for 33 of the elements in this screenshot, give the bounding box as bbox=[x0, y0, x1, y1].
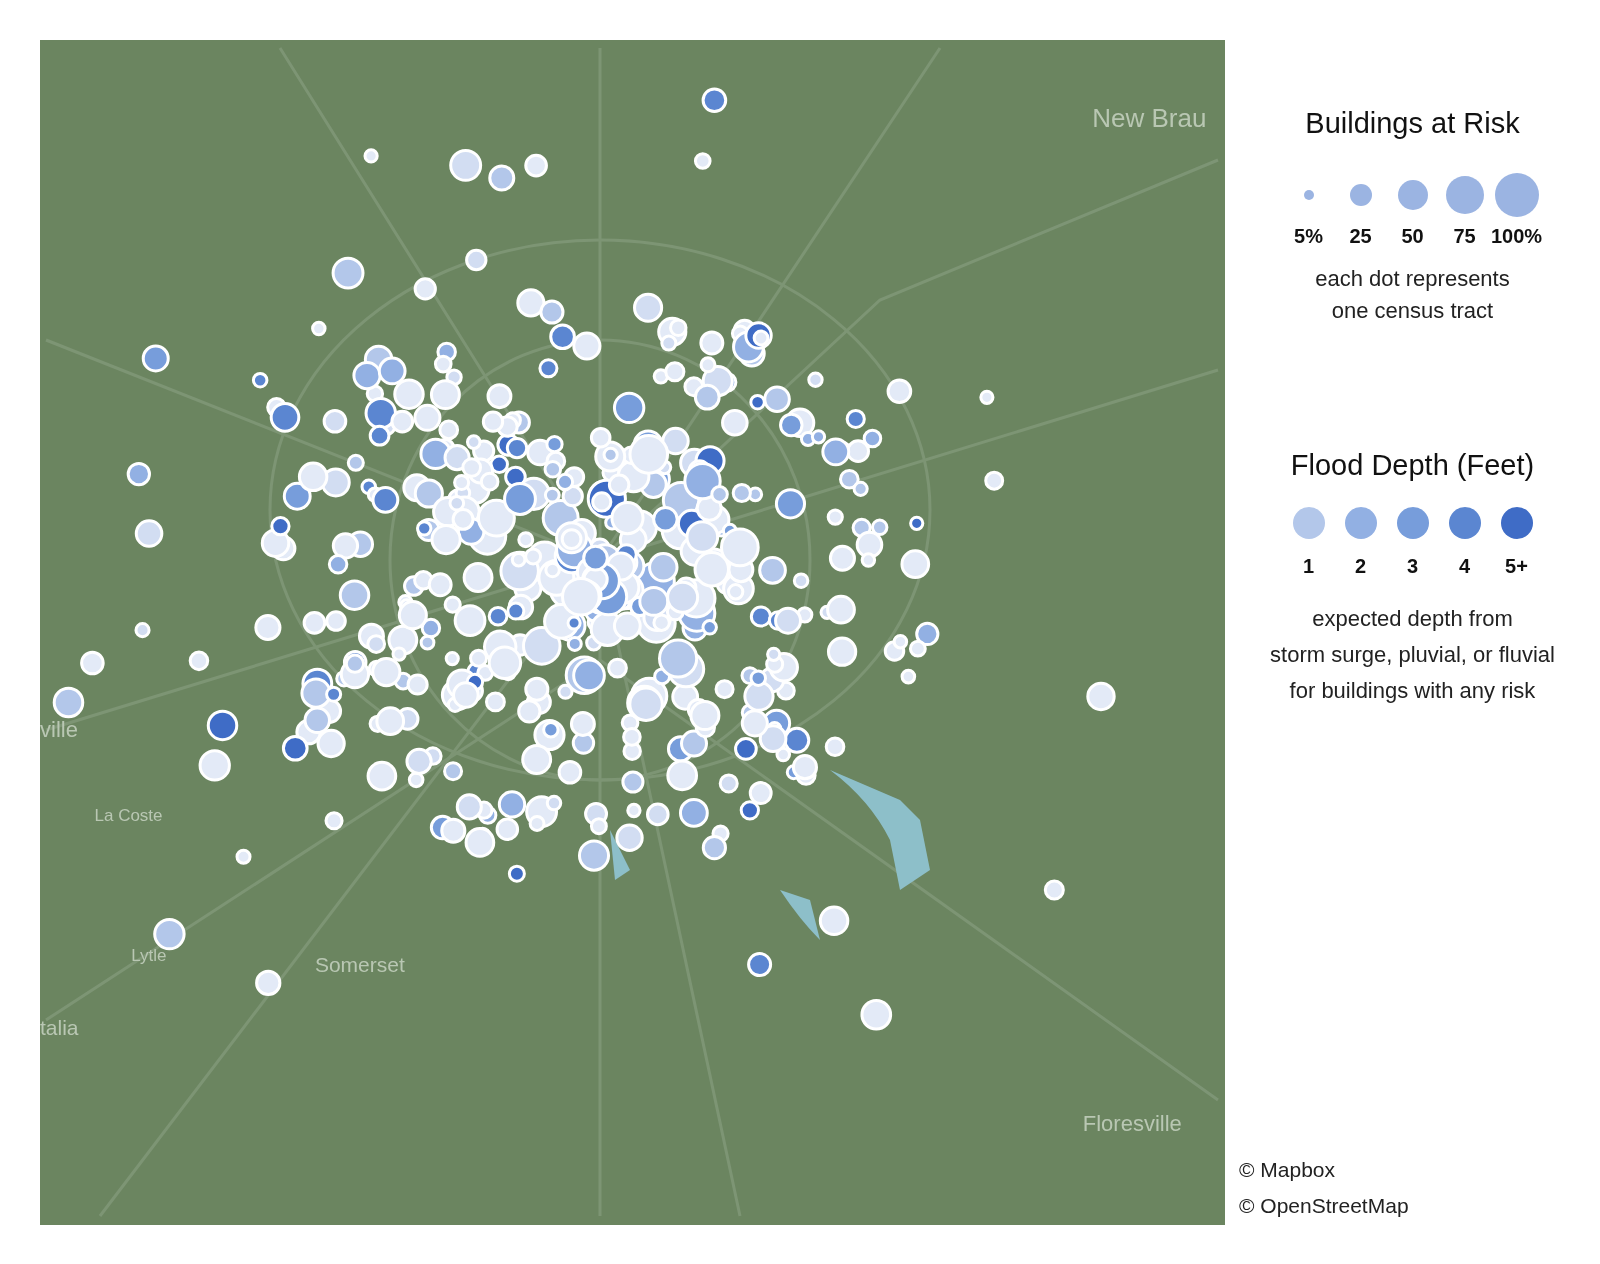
place-label: ville bbox=[40, 716, 78, 745]
legend-note: each dot represents bbox=[1315, 265, 1510, 293]
size-label: 100% bbox=[1490, 224, 1543, 249]
attribution-text: © OpenStreetMap bbox=[1239, 1193, 1409, 1219]
depth-label: 2 bbox=[1354, 554, 1367, 579]
size-swatch bbox=[1303, 190, 1314, 200]
depth-label: 3 bbox=[1406, 554, 1419, 579]
place-label: Lytle bbox=[131, 944, 167, 967]
depth-label: 4 bbox=[1458, 554, 1471, 579]
size-label: 75 bbox=[1453, 224, 1476, 249]
size-label: 25 bbox=[1349, 224, 1372, 249]
place-label: New Brau bbox=[1092, 102, 1207, 136]
size-swatch bbox=[1349, 184, 1372, 206]
size-label: 50 bbox=[1401, 224, 1424, 249]
size-swatch bbox=[1445, 176, 1484, 214]
legend-note: expected depth from bbox=[1312, 605, 1513, 633]
legend-note: one census tract bbox=[1331, 297, 1494, 325]
place-label: Floresville bbox=[1082, 1109, 1182, 1138]
legend-title: Flood Depth (Feet) bbox=[1290, 448, 1535, 483]
legend-note: storm surge, pluvial, or fluvial bbox=[1270, 641, 1555, 669]
legend-note: for buildings with any risk bbox=[1289, 677, 1536, 705]
legend-title: Buildings at Risk bbox=[1305, 106, 1520, 141]
lake-shape bbox=[780, 890, 820, 940]
size-swatch bbox=[1397, 180, 1428, 210]
depth-label: 1 bbox=[1302, 554, 1315, 579]
place-label: Somerset bbox=[314, 951, 405, 978]
size-label: 5% bbox=[1294, 224, 1323, 249]
place-label: talia bbox=[40, 1014, 79, 1041]
depth-label: 5+ bbox=[1505, 554, 1528, 579]
attribution-text: © Mapbox bbox=[1239, 1157, 1337, 1183]
size-swatch bbox=[1494, 173, 1539, 217]
lake-shape bbox=[610, 830, 630, 880]
place-label: La Coste bbox=[94, 805, 163, 828]
